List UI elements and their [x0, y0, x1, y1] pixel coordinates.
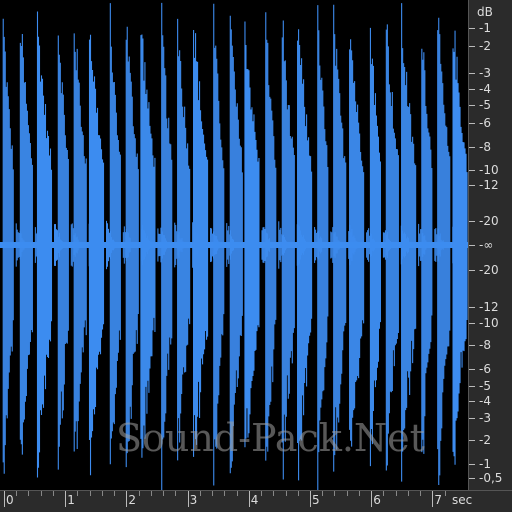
time-tick — [187, 491, 189, 507]
time-minor-tick — [77, 491, 79, 496]
db-tick — [469, 245, 475, 246]
db-tick — [469, 170, 475, 171]
time-minor-tick — [346, 491, 348, 496]
db-tick-label: -1 — [479, 457, 491, 471]
db-tick-label: -∞ — [479, 238, 494, 252]
time-minor-tick — [236, 491, 238, 496]
time-minor-tick — [334, 491, 336, 496]
time-minor-tick — [285, 491, 287, 496]
time-minor-tick — [322, 491, 324, 496]
time-minor-tick — [101, 491, 103, 496]
db-tick — [469, 105, 475, 106]
waveform-transient — [452, 30, 468, 465]
db-tick-label: -10 — [479, 316, 499, 330]
time-tick-label: 2 — [128, 493, 137, 507]
db-tick-label: -20 — [479, 263, 499, 277]
time-tick — [310, 491, 311, 507]
time-minor-tick — [52, 491, 54, 496]
db-tick-label: -1 — [479, 21, 491, 35]
time-minor-tick — [358, 491, 360, 496]
time-minor-tick — [89, 491, 91, 496]
time-tick-label: 7 — [434, 493, 443, 507]
db-tick — [469, 46, 475, 47]
time-tick-label: 0 — [6, 493, 14, 507]
db-tick-label: -2 — [479, 433, 491, 447]
db-tick-label: -8 — [479, 140, 491, 154]
db-tick — [469, 221, 475, 222]
db-tick — [469, 478, 475, 479]
time-tick — [248, 491, 250, 507]
time-minor-tick — [28, 491, 30, 496]
time-tick-label: 1 — [67, 493, 75, 507]
time-minor-tick — [261, 491, 263, 496]
db-tick-label: -6 — [479, 116, 491, 130]
db-tick-label: -3 — [479, 411, 491, 425]
time-minor-tick — [212, 491, 214, 496]
waveform-area[interactable]: Sound-Pack.Net — [0, 0, 468, 490]
db-tick-label: -2 — [479, 39, 491, 53]
time-minor-tick — [395, 491, 397, 496]
watermark: Sound-Pack.Net — [116, 416, 425, 460]
db-tick — [469, 386, 475, 387]
time-tick — [4, 491, 5, 507]
time-minor-tick — [163, 491, 165, 496]
time-minor-tick — [138, 491, 140, 496]
db-tick — [469, 89, 475, 90]
db-tick — [469, 123, 475, 124]
time-minor-tick — [114, 491, 116, 496]
time-tick-label: 6 — [373, 493, 381, 507]
db-unit-label: dB — [477, 5, 493, 19]
db-tick — [469, 307, 475, 308]
time-tick — [126, 491, 128, 507]
time-tick-label: 3 — [189, 493, 198, 507]
db-tick-label: -3 — [479, 66, 491, 80]
time-unit-label: sec — [452, 493, 473, 507]
time-minor-tick — [16, 491, 18, 496]
time-minor-tick — [199, 491, 201, 496]
db-tick-label: -8 — [479, 338, 491, 352]
db-tick-label: -12 — [479, 300, 499, 314]
time-tick — [371, 491, 373, 507]
db-tick-label: -4 — [479, 394, 491, 408]
db-tick — [469, 440, 475, 441]
db-tick — [469, 369, 475, 370]
time-minor-tick — [407, 491, 409, 496]
db-tick — [469, 345, 475, 346]
db-tick-label: -0,5 — [479, 471, 503, 485]
db-tick-label: -10 — [479, 163, 499, 177]
db-ruler[interactable]: dB -1 -2 -3 -4 -5 -6 -8 -10 -12 -20 -∞ -20 -12 -10 -8 -6… — [468, 0, 512, 490]
db-tick — [469, 147, 475, 148]
db-tick-label: -12 — [479, 178, 499, 192]
db-tick — [469, 73, 475, 74]
time-minor-tick — [224, 491, 226, 496]
time-minor-tick — [444, 491, 446, 496]
db-tick — [469, 28, 475, 29]
time-minor-tick — [420, 491, 422, 496]
time-minor-tick — [383, 491, 385, 496]
db-tick — [469, 185, 475, 186]
db-tick — [469, 401, 475, 402]
time-tick — [432, 491, 434, 507]
db-tick — [469, 464, 475, 465]
db-tick — [469, 270, 475, 271]
time-tick-label: 4 — [250, 493, 259, 507]
time-minor-tick — [175, 491, 177, 496]
db-tick — [469, 418, 475, 419]
time-ruler[interactable]: 0 1 2 3 4 5 6 7 sec — [0, 490, 512, 512]
time-tick — [65, 491, 67, 507]
db-tick-label: -6 — [479, 362, 491, 376]
db-tick-label: -5 — [479, 98, 491, 112]
db-tick — [469, 323, 475, 324]
db-tick-label: -20 — [479, 214, 499, 228]
time-minor-tick — [273, 491, 275, 496]
time-minor-tick — [40, 491, 42, 496]
time-minor-tick — [150, 491, 152, 496]
db-tick-label: -5 — [479, 379, 491, 393]
db-tick-label: -4 — [479, 82, 491, 96]
time-minor-tick — [297, 491, 299, 496]
time-tick-label: 5 — [312, 493, 320, 507]
